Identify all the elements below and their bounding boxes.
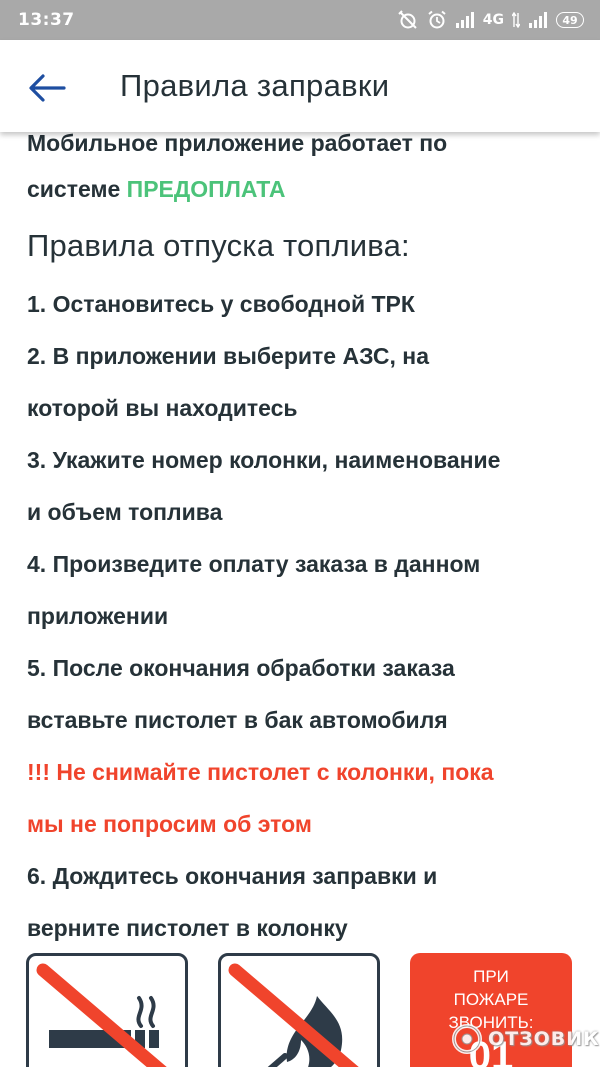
- prepay-highlight: ПРЕДОПЛАТА: [126, 176, 286, 202]
- rule-line: 1. Остановитесь у свободной ТРК: [27, 291, 415, 317]
- warning-line: мы не попросим об этом: [27, 811, 312, 837]
- otzovik-logo-icon: [452, 1024, 482, 1054]
- rule-line: и объем топлива: [27, 499, 223, 525]
- watermark-text: ОТЗОВИК: [488, 1028, 600, 1050]
- rules-list: 1. Остановитесь у свободной ТРК 2. В при…: [27, 278, 587, 954]
- signal-bars-icon: [455, 12, 475, 28]
- page-title: Правила заправки: [120, 68, 390, 103]
- rule-line: 6. Дождитесь окончания заправки и: [27, 863, 438, 889]
- back-button[interactable]: [22, 66, 72, 110]
- status-icons: 4G 49: [397, 10, 584, 30]
- data-arrows-icon: [512, 12, 520, 28]
- rule-line: 2. В приложении выберите АЗС, на: [27, 343, 429, 369]
- battery-indicator: 49: [556, 12, 584, 28]
- status-time: 13:37: [18, 10, 75, 30]
- prepay-notice: Мобильное приложение работает по системе…: [27, 132, 587, 212]
- network-type: 4G: [482, 12, 504, 28]
- rule-line: приложении: [27, 603, 169, 629]
- alarm-clock-icon: [427, 10, 447, 30]
- fire-call-line-1: ПРИ: [473, 967, 509, 986]
- status-bar: 13:37 4G 49: [0, 0, 600, 40]
- rules-content[interactable]: Мобильное приложение работает по системе…: [0, 132, 600, 1067]
- rule-line: которой вы находитесь: [27, 395, 298, 421]
- no-open-fire-card: [218, 953, 380, 1067]
- rules-heading: Правила отпуска топлива:: [27, 228, 410, 263]
- rule-line: вставьте пистолет в бак автомобиля: [27, 707, 448, 733]
- warning-line: !!! Не снимайте пистолет с колонки, пока: [27, 759, 494, 785]
- arrow-left-icon: [29, 74, 66, 102]
- no-smoking-icon: [36, 963, 167, 1067]
- rule-line: 3. Укажите номер колонки, наименование: [27, 447, 501, 473]
- signal-bars-2-icon: [528, 12, 548, 28]
- fire-call-line-2: ПОЖАРЕ: [453, 990, 529, 1009]
- alarm-off-icon: [397, 10, 419, 30]
- no-open-fire-icon: [228, 963, 359, 1067]
- prepay-notice-line-1: Мобильное приложение работает по: [27, 132, 448, 156]
- prepay-notice-line-2: системе ПРЕДОПЛАТА: [27, 166, 587, 212]
- app-bar: Правила заправки: [0, 40, 600, 132]
- prepay-notice-prefix: системе: [27, 176, 121, 202]
- rule-line: верните пистолет в колонку: [27, 915, 348, 941]
- no-smoking-card: [26, 953, 188, 1067]
- rule-line: 5. После окончания обработки заказа: [27, 655, 455, 681]
- rule-line: 4. Произведите оплату заказа в данном: [27, 551, 481, 577]
- watermark: ОТЗОВИК: [452, 1022, 600, 1056]
